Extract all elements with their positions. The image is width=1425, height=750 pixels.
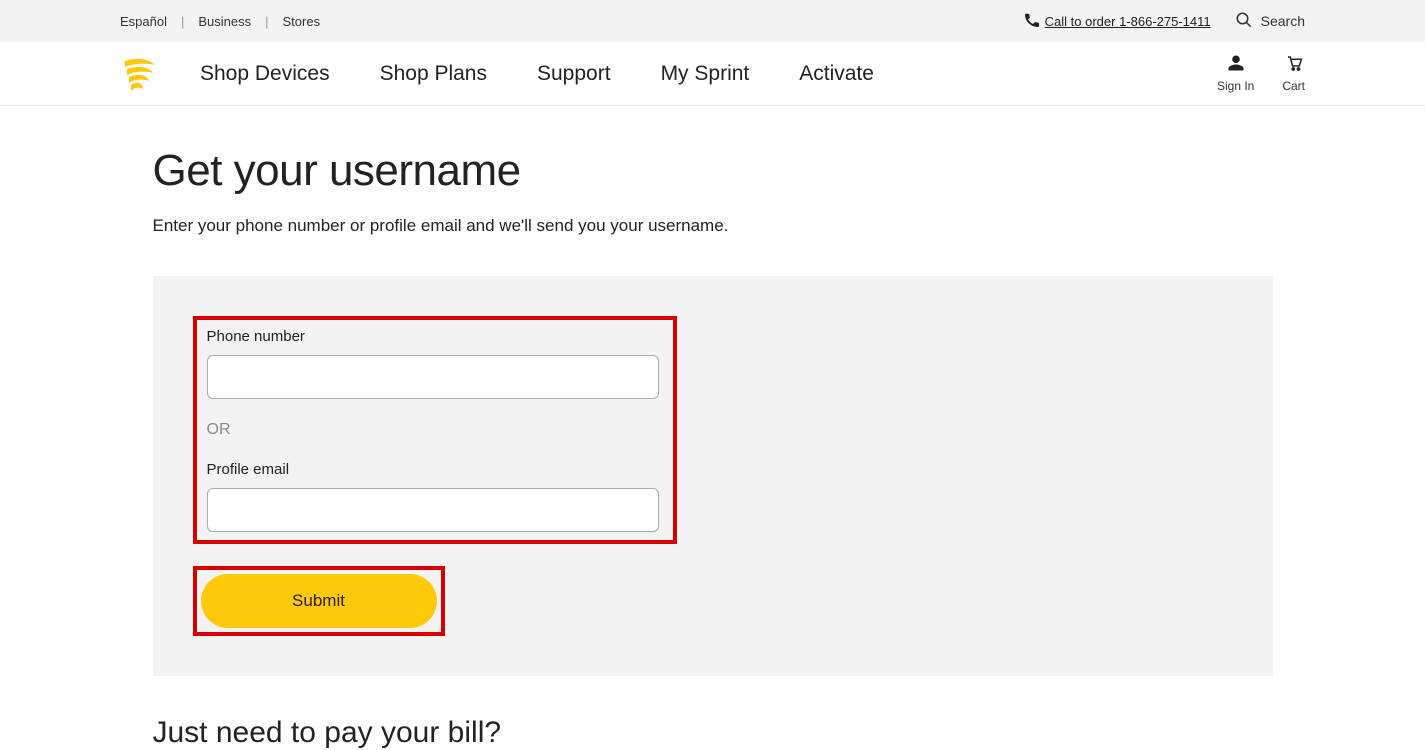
utility-right: Call to order 1-866-275-1411 Search xyxy=(1023,11,1305,32)
utility-link-stores[interactable]: Stores xyxy=(269,14,335,29)
user-icon xyxy=(1226,54,1246,75)
phone-label: Phone number xyxy=(207,328,663,345)
submit-highlight-box: Submit xyxy=(193,566,445,636)
cart-icon xyxy=(1284,54,1304,75)
page-subtitle: Enter your phone number or profile email… xyxy=(153,216,1273,236)
email-label: Profile email xyxy=(207,461,663,478)
utility-link-business[interactable]: Business xyxy=(184,14,265,29)
email-input[interactable] xyxy=(207,488,659,532)
input-highlight-box: Phone number OR Profile email xyxy=(193,316,677,544)
cart-label: Cart xyxy=(1282,79,1305,93)
page-title: Get your username xyxy=(153,146,1273,196)
utility-bar: Español | Business | Stores Call to orde… xyxy=(0,0,1425,42)
main-nav: Shop Devices Shop Plans Support My Sprin… xyxy=(0,42,1425,106)
search-button[interactable]: Search xyxy=(1235,11,1305,32)
call-to-order-link[interactable]: Call to order 1-866-275-1411 xyxy=(1023,11,1211,32)
cart-button[interactable]: Cart xyxy=(1282,54,1305,93)
nav-shop-plans[interactable]: Shop Plans xyxy=(380,62,487,86)
nav-my-sprint[interactable]: My Sprint xyxy=(661,62,750,86)
nav-activate[interactable]: Activate xyxy=(799,62,874,86)
search-label: Search xyxy=(1261,13,1305,29)
search-icon xyxy=(1235,11,1253,32)
sign-in-button[interactable]: Sign In xyxy=(1217,54,1254,93)
sprint-logo[interactable] xyxy=(120,54,160,94)
nav-right: Sign In Cart xyxy=(1217,54,1305,93)
utility-links: Español | Business | Stores xyxy=(120,14,334,29)
page-content: Get your username Enter your phone numbe… xyxy=(0,106,1425,750)
phone-icon xyxy=(1023,11,1041,32)
phone-input[interactable] xyxy=(207,355,659,399)
nav-shop-devices[interactable]: Shop Devices xyxy=(200,62,330,86)
form-panel: Phone number OR Profile email Submit xyxy=(153,276,1273,676)
call-label: Call to order 1-866-275-1411 xyxy=(1045,14,1211,29)
bill-section-title: Just need to pay your bill? xyxy=(153,716,1273,750)
sign-in-label: Sign In xyxy=(1217,79,1254,93)
nav-links: Shop Devices Shop Plans Support My Sprin… xyxy=(200,62,874,86)
nav-support[interactable]: Support xyxy=(537,62,611,86)
or-separator: OR xyxy=(207,421,663,439)
submit-button[interactable]: Submit xyxy=(201,574,437,628)
utility-link-espanol[interactable]: Español xyxy=(120,14,181,29)
